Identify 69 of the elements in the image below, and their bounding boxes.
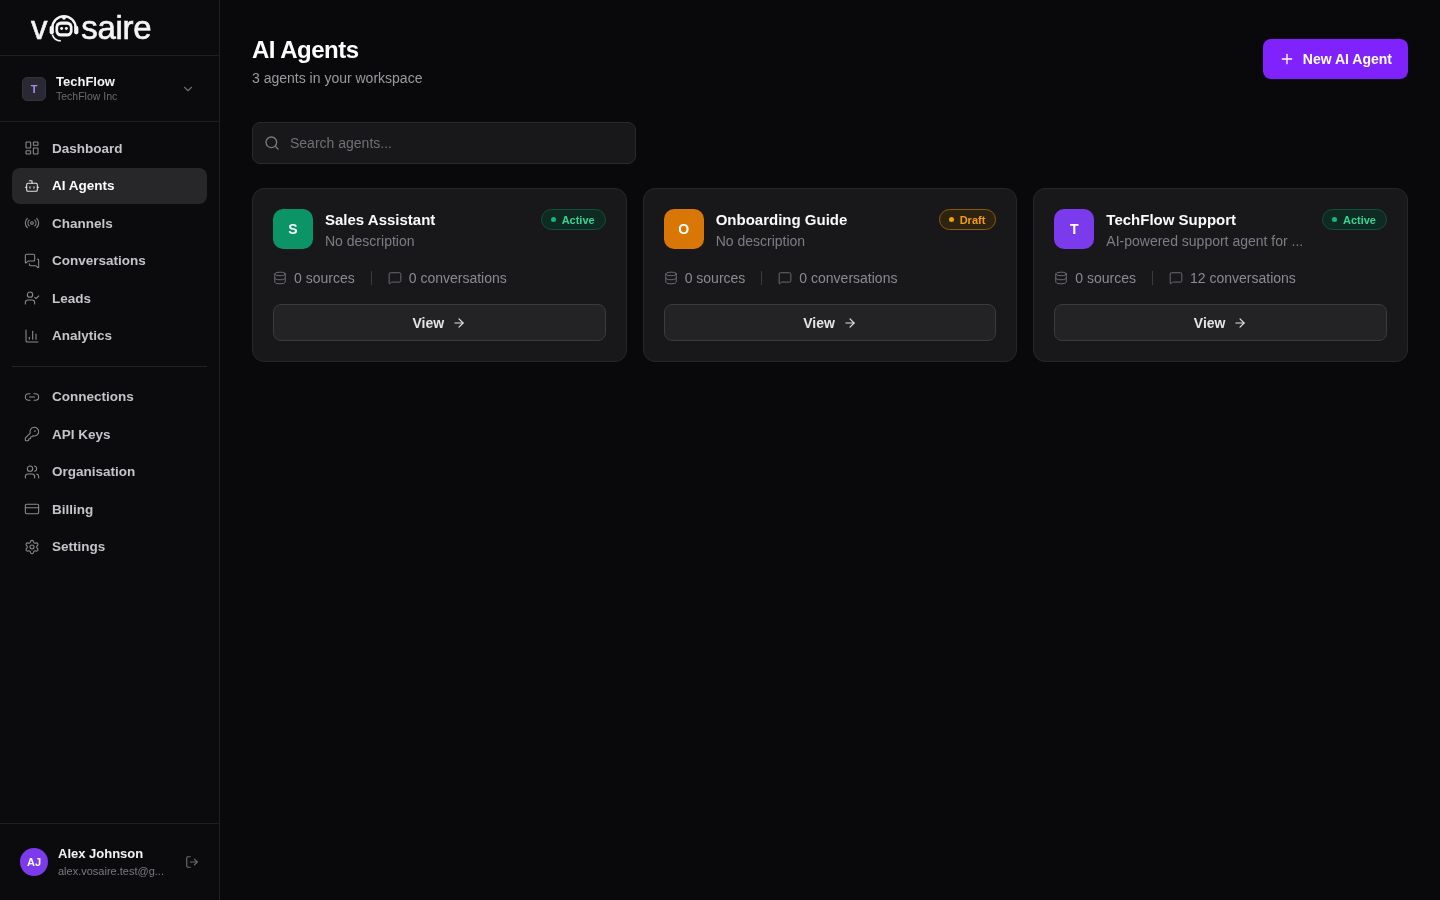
view-button[interactable]: View: [273, 304, 606, 341]
user-avatar: AJ: [20, 848, 48, 876]
user-name: Alex Johnson: [58, 846, 145, 862]
sidebar-item[interactable]: Dashboard: [12, 130, 207, 166]
status-dot-icon: [550, 217, 556, 222]
sidebar-item[interactable]: Settings: [12, 528, 207, 565]
sources-count: 0 sources: [684, 269, 746, 288]
view-button[interactable]: View: [1054, 304, 1387, 341]
workspace-organization: TechFlow Inc: [56, 90, 119, 103]
settings-icon: [24, 538, 40, 555]
logo-text: saire: [81, 11, 152, 44]
sidebar-item[interactable]: Leads: [12, 280, 207, 316]
agent-avatar: O: [663, 209, 704, 249]
status-badge: Draft: [938, 209, 997, 230]
conversations-count: 0 conversations: [408, 269, 507, 288]
arrow-right-icon: [1233, 315, 1248, 330]
key-icon: [24, 426, 40, 442]
sidebar-item[interactable]: Conversations: [12, 242, 207, 279]
sidebar-item[interactable]: Analytics: [12, 317, 207, 354]
agent-description: AI-powered support agent for ...: [1106, 232, 1305, 251]
conversations-count: 0 conversations: [799, 269, 898, 288]
chat-bubble-icon: [1169, 271, 1184, 285]
chat-bubble-icon: [778, 271, 793, 285]
users-icon: [24, 463, 40, 480]
database-icon: [663, 271, 678, 285]
agent-avatar: S: [273, 209, 313, 249]
status-dot-icon: [948, 217, 954, 222]
agent-description: No description: [715, 232, 807, 251]
dashboard-icon: [24, 140, 40, 156]
agent-name: Onboarding Guide: [715, 210, 849, 230]
credit-card-icon: [24, 501, 40, 517]
database-icon: [273, 271, 287, 285]
sources-count: 0 sources: [294, 269, 355, 288]
sidebar-item[interactable]: AI Agents: [12, 167, 207, 204]
sidebar-item[interactable]: API Keys: [12, 416, 207, 452]
workspace-name: TechFlow: [56, 74, 116, 90]
status-badge: Active: [1321, 209, 1387, 230]
view-button[interactable]: View: [663, 304, 997, 341]
agent-description: No description: [325, 232, 416, 251]
search-icon: [264, 135, 280, 151]
logout-button[interactable]: [185, 855, 199, 869]
logo-text: v: [31, 11, 48, 44]
workspace-avatar: T: [22, 76, 46, 101]
arrow-right-icon: [452, 315, 467, 330]
agent-avatar: T: [1054, 209, 1095, 249]
user-email: alex.vosaire.test@g...: [58, 864, 165, 878]
sidebar-item[interactable]: Organisation: [12, 453, 207, 490]
conversations-count: 12 conversations: [1190, 269, 1296, 288]
chat-bubble-icon: [387, 271, 402, 285]
bar-chart-icon: [24, 327, 40, 344]
logout-icon: [185, 855, 199, 869]
broadcast-icon: [24, 215, 40, 231]
chat-bubbles-icon: [24, 252, 40, 269]
sidebar-item[interactable]: Channels: [12, 205, 207, 241]
page-title: AI Agents: [252, 36, 360, 64]
search-field[interactable]: Search agents...: [252, 122, 636, 164]
sidebar-item[interactable]: Billing: [12, 491, 207, 527]
agent-name: Sales Assistant: [325, 210, 437, 230]
sidebar-item[interactable]: Connections: [12, 378, 207, 415]
agent-name: TechFlow Support: [1106, 210, 1238, 230]
status-badge: Active: [540, 209, 606, 230]
robot-icon: [24, 177, 40, 194]
new-agent-button[interactable]: New AI Agent: [1262, 39, 1408, 79]
database-icon: [1054, 271, 1069, 285]
user-check-icon: [24, 290, 40, 306]
status-dot-icon: [1331, 217, 1337, 222]
page-subtitle: 3 agents in your workspace: [252, 69, 423, 88]
arrow-right-icon: [842, 315, 857, 330]
sources-count: 0 sources: [1075, 269, 1137, 288]
